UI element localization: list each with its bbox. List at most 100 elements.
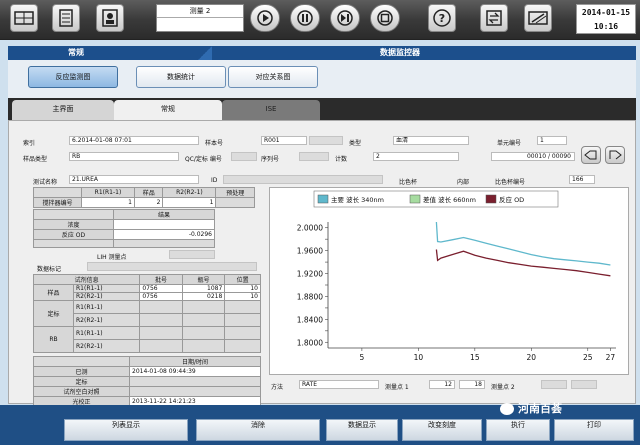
series-line-0 [435,221,611,266]
type-field: 血清 [393,136,469,145]
dates-value-2 [129,386,261,397]
dates-corner [33,356,130,367]
seq-field [299,152,329,161]
execute-button[interactable]: 执行 [486,419,550,441]
y-tick-label-0: 2.0000 [297,224,323,233]
title-divider [198,46,212,60]
reagent-head-r2: R2(R2-1) [162,187,217,198]
lot-pos-5 [224,339,261,353]
lot-head-pos: 位置 [224,274,261,285]
lot-bottle-1: 0218 [181,292,226,301]
result-table: 结果 浓度 反应 OD -0.0296 [33,209,215,248]
type-label: 类型 [349,140,362,147]
correlation-chart-button[interactable]: 对应关系图 [228,66,318,88]
lot-bottle-4 [181,326,226,340]
mixer-label: 搅拌器编号 [33,197,82,208]
conc-label: 浓度 [33,219,114,230]
prev-record-button[interactable] [581,146,601,164]
tab-main[interactable]: 主界面 [12,100,114,120]
lot-bottle-2 [181,300,226,314]
method-field: RATE [299,380,379,389]
lot-head-info: 试剂信息 [32,274,141,285]
seq-label: 序列号 [261,156,280,163]
count-label: 计数 [335,156,348,163]
lot-pos-2 [224,300,261,314]
legend-label-0: 主要 波长 340nm [331,195,384,204]
legend-swatch-0 [317,194,329,204]
panel-title: 数据监控器 [380,48,420,57]
id-field [223,175,383,184]
test-name-field: 21.UREA [69,175,199,184]
help-button[interactable]: ? [428,4,456,32]
legend-swatch-2 [485,194,497,204]
tab-ise[interactable]: ISE [222,100,320,120]
clear-button[interactable]: 消除 [196,419,320,441]
start-button[interactable] [250,4,280,32]
lot-name-2: R1(R1-1) [72,300,141,314]
pause-button[interactable] [290,4,320,32]
mixer-r1: 1 [81,197,135,208]
reagent-head-r1: R1(R1-1) [81,187,135,198]
maintenance-button[interactable] [524,4,552,32]
point1-start: 12 [429,380,455,389]
datetime-display: 2014-01-15 10:16 [576,4,636,34]
sample-no-label: 样本号 [205,140,224,147]
reaction-chart-panel: 主要 波长 340nm 差值 波长 660nm 反应 OD 2.0000 1.9600 1… [269,187,629,375]
list-display-button[interactable]: 列表显示 [64,419,188,441]
reagent-table: R1(R1-1) 样品 R2(R2-1) 预处理 搅拌器编号 1 2 1 [33,187,255,208]
unit-no-field: 1 [537,136,567,145]
stop-icon [377,10,393,26]
method-label: 方法 [271,384,284,391]
lot-name-0: R1(R1-1) [72,284,141,293]
reagent-info-table: 试剂信息 批号 瓶号 位置 样品 R1(R1-1) 0756 1087 10 R… [32,274,261,353]
step-button[interactable] [330,4,360,32]
measure-status-box: 测量 2 [156,4,244,32]
x-tick-label-1: 10 [414,353,424,362]
change-scale-button[interactable]: 改变刻度 [402,419,482,441]
reaction-chart: 主要 波长 340nm 差值 波长 660nm 反应 OD 2.0000 1.9600 1… [297,190,616,362]
maintenance-icon [528,11,548,25]
patient-button[interactable] [96,4,124,32]
transfer-button[interactable] [480,4,508,32]
watermark-text: 河南百荟 [518,402,562,415]
point1-end: 18 [459,380,485,389]
lot-lot-5 [139,339,183,353]
lot-pos-0: 10 [224,284,261,293]
home-grid-button[interactable] [10,4,38,32]
list-button[interactable] [52,4,80,32]
lot-bottle-5 [181,339,226,353]
mixer-sample: 2 [133,197,164,208]
legend-label-2: 反应 OD [499,195,524,204]
unit-no-label: 单元编号 [497,140,522,147]
lot-group-sample: 样品 [33,284,74,301]
grid-icon [14,11,34,25]
lih-field [169,250,215,259]
dates-value-1 [129,376,261,387]
top-toolbar: 测量 2 ? 2014-01-15 10:16 [0,0,640,40]
point2-end [571,380,597,389]
next-record-button[interactable] [605,146,625,164]
stop-button[interactable] [370,4,400,32]
y-tick-label-6: 1.8800 [297,292,323,301]
help-icon: ? [433,9,451,27]
main-panel: 索引 6.2014-01-08 07:01 样本号 R001 类型 血清 单元编… [8,120,636,407]
print-button[interactable]: 打印 [554,419,634,441]
point1-label: 测量点 1 [385,384,409,391]
wechat-icon [500,403,514,415]
sample-type-label: 样品类型 [23,156,48,163]
lot-bottle-0: 1087 [181,284,226,293]
data-statistics-button[interactable]: 数据统计 [136,66,226,88]
reaction-monitor-button[interactable]: 反应监测图 [28,66,118,88]
lot-head-bottle: 瓶号 [181,274,226,285]
qc-field [231,152,257,161]
tab-routine[interactable]: 常规 [114,100,222,120]
flag-field [87,262,257,271]
y-tick-label-2: 1.9600 [297,247,323,256]
lot-head-lot: 批号 [139,274,183,285]
cuvette-no-label: 比色杯编号 [495,179,526,186]
data-display-button[interactable]: 数据显示 [326,419,398,441]
flag-right-icon [609,150,622,160]
flag-label: 数据标记 [37,266,62,273]
mixer-pre [215,197,255,208]
dates-label-0: 已测 [33,366,130,377]
